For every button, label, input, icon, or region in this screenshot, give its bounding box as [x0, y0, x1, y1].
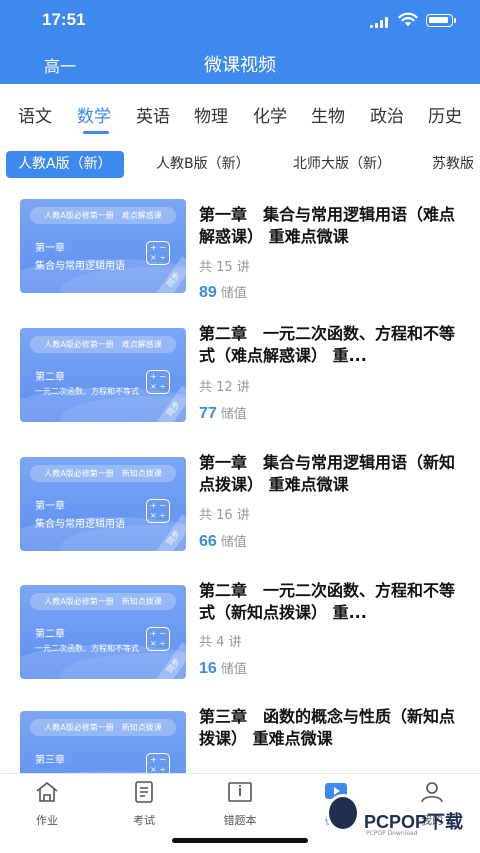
lecture-count: 共 12 讲 — [199, 380, 250, 395]
app-header: 17:51 高一 微课视频 — [0, 0, 480, 84]
calculator-icon: + − × ÷ — [146, 753, 170, 773]
course-thumbnail: 人教A版必修第一册 难点解惑课 第一章 集合与常用逻辑用语 + − × ÷ 同步 — [20, 199, 186, 293]
book-icon — [228, 782, 252, 802]
exam-icon — [135, 781, 153, 803]
price-value: 16 — [199, 660, 217, 677]
lecture-count: 共 15 讲 — [199, 260, 250, 275]
active-tab-indicator — [83, 131, 109, 134]
tab-english[interactable]: 英语 — [136, 102, 170, 127]
home-icon — [36, 782, 58, 802]
edition-sujiao[interactable]: 苏教版 — [420, 151, 480, 178]
thumb-header: 人教A版必修第一册 新知点拨课 — [30, 593, 176, 610]
price-value: 77 — [199, 405, 217, 422]
price-value: 89 — [199, 284, 217, 301]
thumb-header: 人教A版必修第一册 新知点拨课 — [30, 465, 176, 482]
screen: 17:51 高一 微课视频 语文 数学 英语 物理 化学 生物 政治 历史 人教… — [0, 0, 480, 853]
status-bar: 17:51 — [0, 0, 480, 44]
course-title: 第三章 函数的概念与性质（新知点拨课） 重难点微课 — [199, 707, 456, 748]
thumb-name: 集合与常用逻辑用语 — [35, 261, 125, 272]
status-time: 17:51 — [42, 10, 86, 29]
course-title: 第二章 一元二次函数、方程和不等式（新知点拨课） 重... — [199, 581, 456, 622]
course-thumbnail: 人教A版必修第一册 难点解惑课 第二章 一元二次函数、方程和不等式 + − × ÷… — [20, 328, 186, 422]
edition-tabs: 人教A版（新） 人教B版（新） 北师大版（新） 苏教版 — [0, 146, 480, 186]
price-unit: 储值 — [220, 286, 247, 301]
grade-selector[interactable]: 高一 — [44, 53, 76, 77]
course-thumbnail: 人教A版必修第一册 新知点拨课 第三章 + − × ÷ — [20, 711, 186, 773]
thumb-chapter: 第二章 — [35, 629, 65, 640]
tab-history[interactable]: 历史 — [428, 102, 462, 127]
watermark-subtext: PCPOP Download — [366, 830, 418, 837]
course-price: 77 储值 — [199, 403, 247, 423]
thumb-chapter: 第一章 — [35, 501, 65, 512]
edition-beishida[interactable]: 北师大版（新） — [281, 151, 403, 178]
price-unit: 储值 — [220, 535, 247, 550]
tab-chinese[interactable]: 语文 — [18, 102, 52, 127]
course-thumbnail: 人教A版必修第一册 新知点拨课 第二章 一元二次函数、方程和不等式 + − × ÷… — [20, 585, 186, 679]
thumb-header: 人教A版必修第一册 新知点拨课 — [30, 719, 176, 736]
thumb-name: 一元二次函数、方程和不等式 — [35, 387, 139, 396]
nav-mistakes[interactable]: 错题本 — [205, 780, 275, 827]
lecture-count: 共 16 讲 — [199, 508, 250, 523]
watermark: PCPOP下载 PCPOP Download — [322, 790, 480, 840]
price-value: 66 — [199, 533, 217, 550]
course-price: 66 储值 — [199, 531, 247, 551]
thumb-chapter: 第一章 — [35, 243, 65, 254]
list-item[interactable]: 人教A版必修第一册 难点解惑课 第一章 集合与常用逻辑用语 + − × ÷ 同步 … — [0, 194, 480, 323]
course-thumbnail: 人教A版必修第一册 新知点拨课 第一章 集合与常用逻辑用语 + − × ÷ 同步 — [20, 457, 186, 551]
course-title: 第一章 集合与常用逻辑用语（新知点拨课） 重难点微课 — [199, 453, 456, 494]
course-title: 第二章 一元二次函数、方程和不等式（难点解惑课） 重... — [199, 324, 456, 365]
calculator-icon: + − × ÷ — [146, 370, 170, 394]
course-title: 第一章 集合与常用逻辑用语（难点解惑课） 重难点微课 — [199, 205, 456, 246]
edition-renjiao-b[interactable]: 人教B版（新） — [144, 151, 262, 178]
battery-icon — [426, 14, 456, 27]
thumb-chapter: 第三章 — [35, 755, 65, 766]
calculator-icon: + − × ÷ — [146, 241, 170, 265]
nav-exam[interactable]: 考试 — [109, 780, 179, 827]
tab-politics[interactable]: 政治 — [370, 102, 404, 127]
thumb-header: 人教A版必修第一册 难点解惑课 — [30, 336, 176, 353]
lecture-count: 共 4 讲 — [199, 635, 242, 650]
tab-math[interactable]: 数学 — [77, 102, 111, 127]
list-item[interactable]: 人教A版必修第一册 难点解惑课 第二章 一元二次函数、方程和不等式 + − × ÷… — [0, 323, 480, 452]
course-list: 人教A版必修第一册 难点解惑课 第一章 集合与常用逻辑用语 + − × ÷ 同步 … — [0, 186, 480, 773]
calculator-icon: + − × ÷ — [146, 499, 170, 523]
course-price: 16 储值 — [199, 658, 247, 678]
subject-tabs: 语文 数学 英语 物理 化学 生物 政治 历史 — [0, 84, 480, 142]
list-item[interactable]: 人教A版必修第一册 新知点拨课 第二章 一元二次函数、方程和不等式 + − × ÷… — [0, 581, 480, 710]
thumb-chapter: 第二章 — [35, 372, 65, 383]
thumb-name: 集合与常用逻辑用语 — [35, 519, 125, 530]
price-unit: 储值 — [220, 662, 247, 677]
list-item[interactable]: 人教A版必修第一册 新知点拨课 第一章 集合与常用逻辑用语 + − × ÷ 同步 … — [0, 452, 480, 581]
nav-label: 错题本 — [223, 814, 257, 827]
wifi-icon — [398, 12, 418, 27]
home-indicator — [172, 838, 308, 843]
tab-physics[interactable]: 物理 — [194, 102, 228, 127]
thumb-name: 一元二次函数、方程和不等式 — [35, 644, 139, 653]
thumb-header: 人教A版必修第一册 难点解惑课 — [30, 207, 176, 224]
tab-chemistry[interactable]: 化学 — [253, 102, 287, 127]
calculator-icon: + − × ÷ — [146, 627, 170, 651]
nav-label: 考试 — [133, 814, 155, 827]
list-item[interactable]: 人教A版必修第一册 新知点拨课 第三章 + − × ÷ 第三章 函数的概念与性质（… — [0, 707, 480, 773]
watermark-logo-icon — [326, 794, 360, 832]
edition-renjiao-a[interactable]: 人教A版（新） — [6, 151, 124, 178]
course-price: 89 储值 — [199, 282, 247, 302]
nav-homework[interactable]: 作业 — [12, 780, 82, 827]
tab-biology[interactable]: 生物 — [311, 102, 345, 127]
price-unit: 储值 — [220, 407, 247, 422]
signal-icon — [370, 17, 390, 28]
nav-label: 作业 — [36, 814, 58, 827]
